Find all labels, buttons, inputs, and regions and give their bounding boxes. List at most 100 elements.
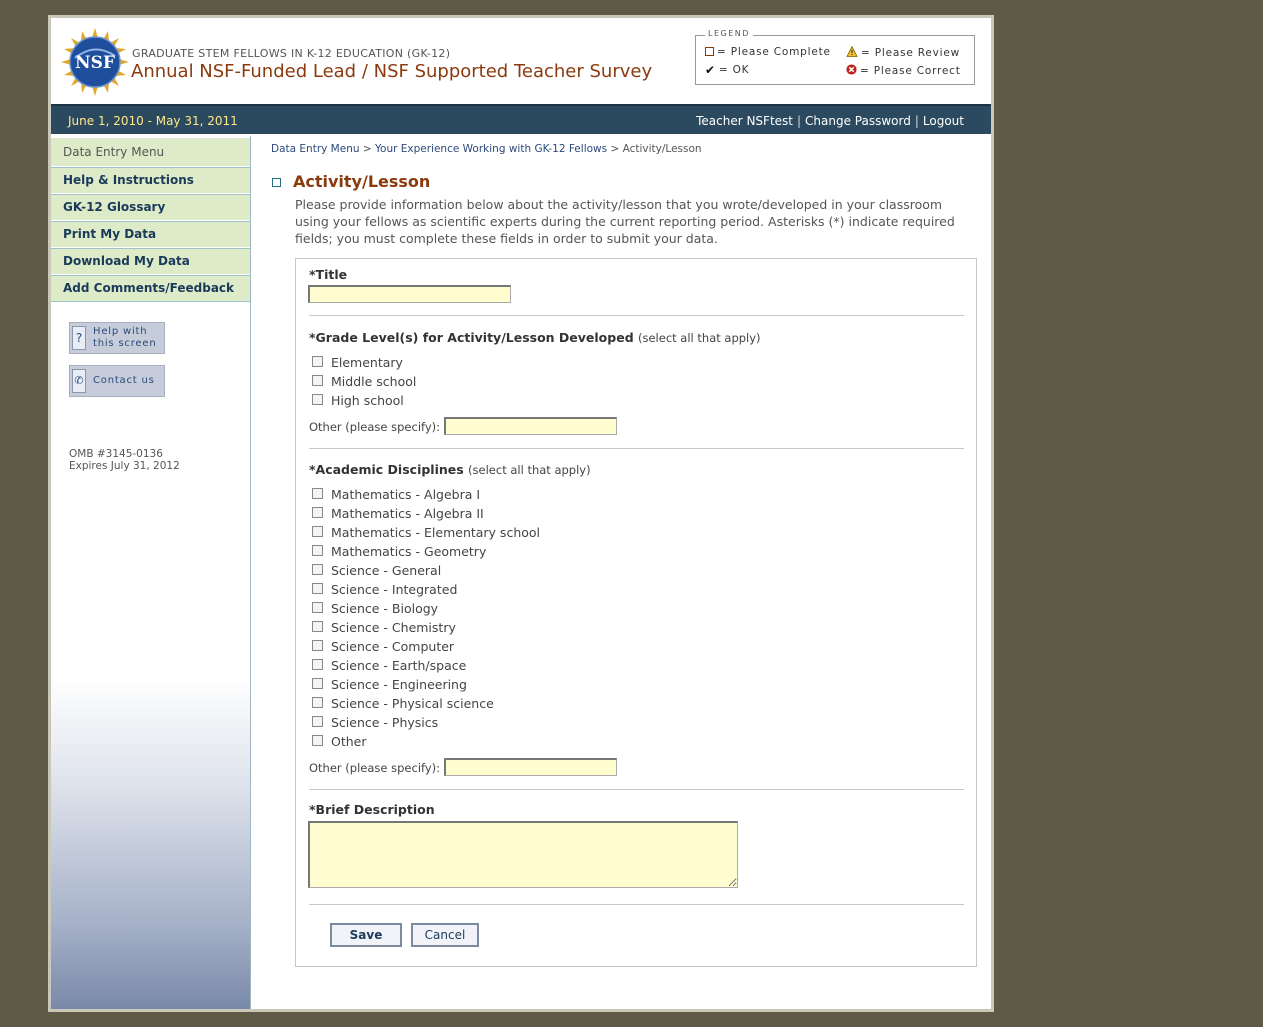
breadcrumb-current: Activity/Lesson <box>622 143 702 155</box>
checkbox[interactable] <box>312 583 323 594</box>
checkbox[interactable] <box>312 735 323 746</box>
checkbox[interactable] <box>312 488 323 499</box>
discipline-option[interactable]: Mathematics - Algebra II <box>312 506 484 521</box>
sidebar: Data Entry Menu Help & Instructions GK-1… <box>51 136 251 1009</box>
select-all-hint: (select all that apply) <box>468 463 591 477</box>
nav-separator: | <box>914 114 919 128</box>
breadcrumb-data-entry-menu[interactable]: Data Entry Menu <box>271 143 360 155</box>
legend-please-correct: = Please Correct <box>846 64 961 77</box>
sidebar-item-print-data[interactable]: Print My Data <box>51 221 250 247</box>
legend-please-review: = Please Review <box>846 46 960 59</box>
sidebar-item-help-instructions[interactable]: Help & Instructions <box>51 167 250 193</box>
user-nav: Teacher NSFtest | Change Password | Logout <box>696 114 964 128</box>
title-input[interactable] <box>308 285 511 303</box>
status-empty-box-icon <box>272 178 281 187</box>
checkbox[interactable] <box>312 356 323 367</box>
discipline-option[interactable]: Science - Integrated <box>312 582 457 597</box>
main-content: Data Entry Menu > Your Experience Workin… <box>252 136 991 1009</box>
legend-please-complete: = Please Complete <box>705 46 831 58</box>
discipline-option[interactable]: Science - Engineering <box>312 677 467 692</box>
sidebar-item-glossary[interactable]: GK-12 Glossary <box>51 194 250 220</box>
question-icon: ? <box>72 326 86 350</box>
sidebar-item-add-comments[interactable]: Add Comments/Feedback <box>51 275 250 302</box>
discipline-option[interactable]: Science - Biology <box>312 601 438 616</box>
page: NSF GRADUATE STEM FELLOWS IN K-12 EDUCAT… <box>51 18 991 1009</box>
discipline-option[interactable]: Mathematics - Algebra I <box>312 487 480 502</box>
grade-option[interactable]: Middle school <box>312 374 416 389</box>
divider <box>309 789 964 790</box>
program-subtitle: GRADUATE STEM FELLOWS IN K-12 EDUCATION … <box>132 47 451 60</box>
checkbox[interactable] <box>312 394 323 405</box>
phone-icon: ✆ <box>72 369 86 393</box>
checkbox[interactable] <box>312 621 323 632</box>
checkbox[interactable] <box>312 678 323 689</box>
help-with-screen-button[interactable]: ? Help with this screen <box>69 322 165 354</box>
discipline-option[interactable]: Science - Physical science <box>312 696 494 711</box>
save-button[interactable]: Save <box>330 923 402 947</box>
intro-text: Please provide information below about t… <box>295 197 955 246</box>
header: NSF GRADUATE STEM FELLOWS IN K-12 EDUCAT… <box>51 18 991 103</box>
divider <box>309 315 964 316</box>
reporting-period: June 1, 2010 - May 31, 2011 <box>68 114 238 128</box>
checkbox[interactable] <box>312 507 323 518</box>
divider <box>309 904 964 905</box>
breadcrumb: Data Entry Menu > Your Experience Workin… <box>271 143 702 155</box>
warning-icon <box>846 46 858 57</box>
survey-title: Annual NSF-Funded Lead / NSF Supported T… <box>131 61 653 82</box>
checkbox[interactable] <box>312 564 323 575</box>
legend: LEGEND = Please Complete = Please Review… <box>695 29 975 85</box>
description-textarea[interactable] <box>308 821 738 888</box>
grade-option[interactable]: High school <box>312 393 404 408</box>
discipline-option[interactable]: Science - Chemistry <box>312 620 456 635</box>
legend-ok: ✔ = OK <box>705 63 750 77</box>
empty-box-icon <box>705 47 714 56</box>
contact-button-label: Contact us <box>93 375 155 386</box>
checkbox[interactable] <box>312 602 323 613</box>
top-navbar: June 1, 2010 - May 31, 2011 Teacher NSFt… <box>51 104 991 134</box>
divider <box>309 448 964 449</box>
omb-notice: OMB #3145-0136 Expires July 31, 2012 <box>69 448 180 472</box>
discipline-other-input[interactable] <box>444 758 617 776</box>
discipline-other-label: Other (please specify): <box>309 761 441 775</box>
breadcrumb-separator: > <box>362 143 372 155</box>
discipline-option[interactable]: Science - Earth/space <box>312 658 466 673</box>
checkbox[interactable] <box>312 375 323 386</box>
nsf-logo-icon: NSF <box>61 28 129 96</box>
description-label: *Brief Description <box>309 802 435 817</box>
checkbox[interactable] <box>312 659 323 670</box>
checkbox[interactable] <box>312 526 323 537</box>
error-icon <box>846 64 857 75</box>
disciplines-label: *Academic Disciplines (select all that a… <box>309 462 591 477</box>
checkbox[interactable] <box>312 716 323 727</box>
checkbox[interactable] <box>312 697 323 708</box>
contact-us-button[interactable]: ✆ Contact us <box>69 365 165 397</box>
page-title: Activity/Lesson <box>293 172 431 191</box>
discipline-option[interactable]: Science - Computer <box>312 639 454 654</box>
logout-link[interactable]: Logout <box>923 114 964 128</box>
discipline-option[interactable]: Science - Physics <box>312 715 438 730</box>
help-button-label: Help with this screen <box>93 326 157 349</box>
teacher-link[interactable]: Teacher NSFtest <box>696 114 793 128</box>
sidebar-menu-heading: Data Entry Menu <box>51 138 250 166</box>
discipline-option[interactable]: Mathematics - Elementary school <box>312 525 540 540</box>
checkbox[interactable] <box>312 640 323 651</box>
grade-level-label: *Grade Level(s) for Activity/Lesson Deve… <box>309 330 761 345</box>
change-password-link[interactable]: Change Password <box>805 114 911 128</box>
activity-form: *Title *Grade Level(s) for Activity/Less… <box>295 258 977 967</box>
discipline-option[interactable]: Science - General <box>312 563 441 578</box>
legend-title: LEGEND <box>705 29 753 38</box>
grade-other-input[interactable] <box>444 417 617 435</box>
select-all-hint: (select all that apply) <box>638 331 761 345</box>
discipline-option[interactable]: Other <box>312 734 367 749</box>
grade-option[interactable]: Elementary <box>312 355 403 370</box>
discipline-option[interactable]: Mathematics - Geometry <box>312 544 486 559</box>
breadcrumb-experience[interactable]: Your Experience Working with GK-12 Fello… <box>375 143 607 155</box>
checkbox[interactable] <box>312 545 323 556</box>
nav-separator: | <box>797 114 802 128</box>
page-frame: NSF GRADUATE STEM FELLOWS IN K-12 EDUCAT… <box>48 15 994 1012</box>
breadcrumb-separator: > <box>610 143 620 155</box>
sidebar-item-download-data[interactable]: Download My Data <box>51 248 250 274</box>
cancel-button[interactable]: Cancel <box>411 923 479 947</box>
check-icon: ✔ <box>705 63 716 77</box>
grade-other-label: Other (please specify): <box>309 420 441 434</box>
